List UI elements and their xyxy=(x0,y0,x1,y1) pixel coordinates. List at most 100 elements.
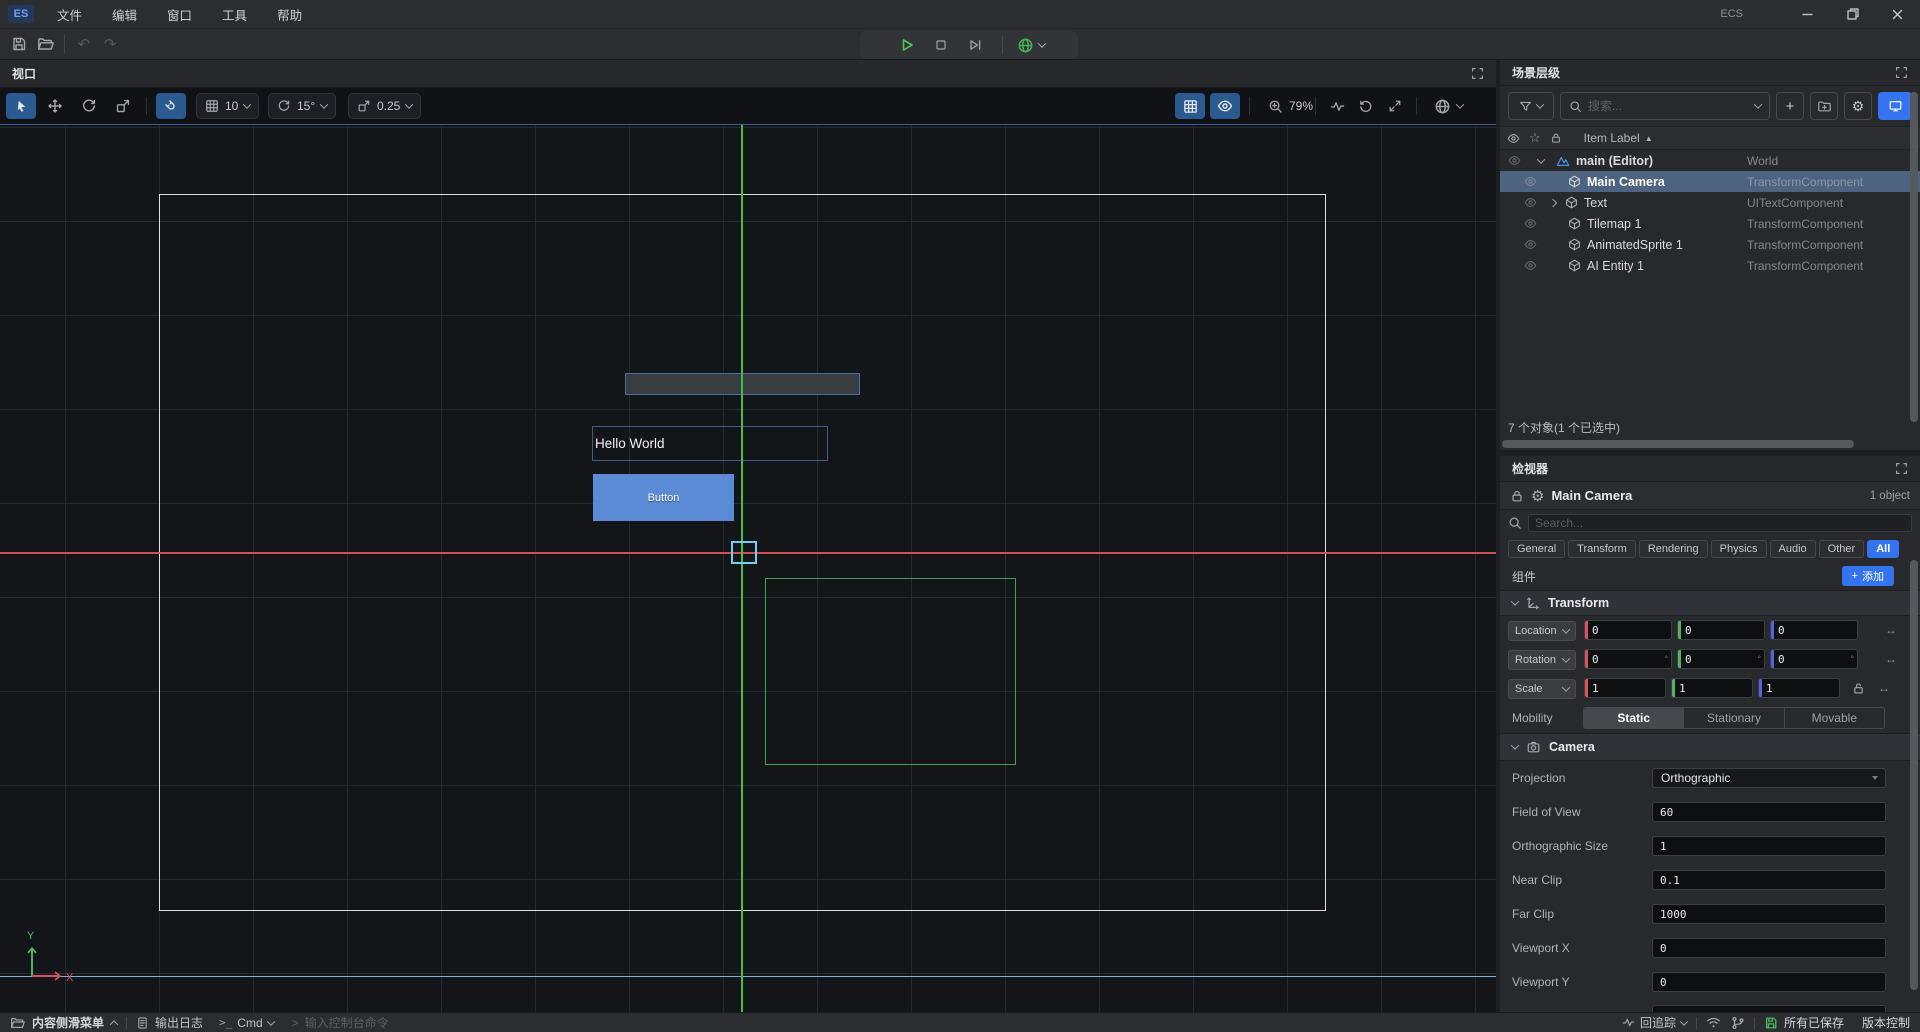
tab-other[interactable]: Other xyxy=(1819,540,1865,558)
expand-chevron-icon[interactable] xyxy=(1537,155,1545,163)
row-label[interactable]: AI Entity 1 xyxy=(1587,259,1644,273)
lock-icon[interactable] xyxy=(1510,489,1524,503)
transform-section-header[interactable]: Transform xyxy=(1500,590,1920,616)
viewport-world-dropdown[interactable] xyxy=(1426,93,1471,119)
run-target-dropdown[interactable] xyxy=(1017,33,1045,57)
add-entity-button[interactable]: + xyxy=(1776,92,1804,120)
rotate-snap-dropdown[interactable]: 15° xyxy=(268,93,336,119)
reset-view-button[interactable] xyxy=(1350,93,1380,119)
hierarchy-row-world[interactable]: main (Editor) World xyxy=(1500,150,1920,171)
add-component-button[interactable]: + 添加 xyxy=(1842,566,1894,586)
hierarchy-row-ai-entity[interactable]: AI Entity 1 TransformComponent xyxy=(1500,255,1920,276)
projection-select[interactable]: Orthographic xyxy=(1652,768,1886,788)
save-button[interactable] xyxy=(6,32,32,56)
visibility-toggle[interactable] xyxy=(1210,93,1240,119)
scene-canvas[interactable]: Hello World Button Y X xyxy=(0,124,1496,1012)
output-log-button[interactable]: 输出日志 xyxy=(136,1014,203,1031)
scale-x-field[interactable] xyxy=(1584,678,1666,698)
screen-view-button[interactable] xyxy=(1878,92,1912,120)
ui-button-element[interactable]: Button xyxy=(593,474,734,521)
undo-button[interactable]: ↶ xyxy=(71,32,97,56)
tab-transform[interactable]: Transform xyxy=(1568,540,1636,558)
source-control-branch-icon[interactable] xyxy=(1731,1016,1745,1030)
window-restore-button[interactable] xyxy=(1830,0,1875,28)
expand-chevron-icon[interactable] xyxy=(1549,198,1557,206)
menu-window[interactable]: 窗口 xyxy=(152,0,207,28)
scale-z-field[interactable] xyxy=(1758,678,1840,698)
location-y-field[interactable] xyxy=(1677,620,1765,640)
orthographic-size-field[interactable] xyxy=(1652,836,1886,856)
viewport-y-field[interactable] xyxy=(1652,972,1886,992)
row-label[interactable]: Main Camera xyxy=(1587,175,1665,189)
mobility-stationary[interactable]: Stationary xyxy=(1684,708,1784,728)
scale-mode-dropdown[interactable]: Scale xyxy=(1508,679,1576,699)
network-status-icon[interactable] xyxy=(1706,1016,1721,1029)
cmd-dropdown[interactable]: >_ Cmd xyxy=(219,1016,274,1030)
hierarchy-column-header[interactable]: ☆ Item Label ▲ Type xyxy=(1500,126,1920,150)
tab-physics[interactable]: Physics xyxy=(1711,540,1767,558)
menu-tools[interactable]: 工具 xyxy=(207,0,262,28)
hierarchy-row-animatedsprite[interactable]: AnimatedSprite 1 TransformComponent xyxy=(1500,234,1920,255)
visibility-eye-icon[interactable] xyxy=(1508,154,1521,167)
visibility-eye-icon[interactable] xyxy=(1524,175,1537,188)
trace-dropdown[interactable]: 回追踪 xyxy=(1622,1014,1687,1031)
visibility-eye-icon[interactable] xyxy=(1524,259,1537,272)
stats-toggle-button[interactable] xyxy=(1322,93,1352,119)
camera-section-header[interactable]: Camera xyxy=(1500,733,1920,761)
show-grid-toggle[interactable] xyxy=(1175,93,1205,119)
location-z-field[interactable] xyxy=(1770,620,1858,640)
row-label[interactable]: main (Editor) xyxy=(1576,154,1653,168)
tab-general[interactable]: General xyxy=(1508,540,1565,558)
far-clip-field[interactable] xyxy=(1652,904,1886,924)
scale-snap-dropdown[interactable]: 0.25 xyxy=(348,93,421,119)
fov-field[interactable] xyxy=(1652,802,1886,822)
hierarchy-row-main-camera[interactable]: Main Camera TransformComponent xyxy=(1500,171,1920,192)
inspector-vertical-scrollbar[interactable] xyxy=(1910,484,1918,1008)
redo-button[interactable]: ↷ xyxy=(97,32,123,56)
menu-edit[interactable]: 编辑 xyxy=(97,0,152,28)
menu-help[interactable]: 帮助 xyxy=(262,0,317,28)
app-logo[interactable]: ES xyxy=(8,5,34,23)
grid-snap-dropdown[interactable]: 10 xyxy=(196,93,259,119)
near-clip-field[interactable] xyxy=(1652,870,1886,890)
ui-text-element[interactable]: Hello World xyxy=(592,426,828,461)
rotate-tool-button[interactable] xyxy=(74,93,104,119)
viewport-x-field[interactable] xyxy=(1652,938,1886,958)
zoom-level-control[interactable]: 79% xyxy=(1260,93,1321,119)
link-axes-icon[interactable]: ↔ xyxy=(1885,623,1897,637)
open-folder-button[interactable] xyxy=(32,32,58,56)
inspector-search-box[interactable] xyxy=(1528,514,1912,532)
tab-audio[interactable]: Audio xyxy=(1770,540,1816,558)
row-label[interactable]: Tilemap 1 xyxy=(1587,217,1641,231)
mobility-movable[interactable]: Movable xyxy=(1785,708,1884,728)
tab-rendering[interactable]: Rendering xyxy=(1639,540,1708,558)
hierarchy-row-tilemap[interactable]: Tilemap 1 TransformComponent xyxy=(1500,213,1920,234)
window-minimize-button[interactable] xyxy=(1785,0,1830,28)
location-x-field[interactable] xyxy=(1584,620,1672,640)
stop-button[interactable] xyxy=(928,33,954,57)
hierarchy-row-text[interactable]: Text UITextComponent xyxy=(1500,192,1920,213)
inspector-search-input[interactable] xyxy=(1535,516,1905,530)
rotation-y-field[interactable]: ° xyxy=(1677,649,1765,669)
unlock-uniform-scale-icon[interactable] xyxy=(1852,682,1865,695)
viewport-maximize-button[interactable] xyxy=(1471,67,1484,80)
filter-dropdown[interactable] xyxy=(1508,92,1554,120)
version-control-button[interactable]: 版本控制 xyxy=(1862,1014,1910,1031)
location-mode-dropdown[interactable]: Location xyxy=(1508,621,1576,641)
column-item-label[interactable]: Item Label xyxy=(1584,131,1640,145)
rotation-x-field[interactable]: ° xyxy=(1584,649,1672,669)
inspector-maximize-button[interactable] xyxy=(1895,462,1908,475)
select-tool-button[interactable] xyxy=(6,93,36,119)
hierarchy-settings-button[interactable]: ⚙ xyxy=(1844,92,1872,120)
window-close-button[interactable] xyxy=(1875,0,1920,28)
link-axes-icon[interactable]: ↔ xyxy=(1885,652,1897,666)
selection-gizmo-square[interactable] xyxy=(731,541,757,564)
scale-y-field[interactable] xyxy=(1671,678,1753,698)
play-button[interactable] xyxy=(894,33,920,57)
hierarchy-vertical-scrollbar[interactable] xyxy=(1910,88,1918,436)
gear-icon[interactable]: ⚙ xyxy=(1531,487,1544,505)
hierarchy-search-input[interactable] xyxy=(1588,99,1749,113)
step-button[interactable] xyxy=(962,33,988,57)
row-label[interactable]: Text xyxy=(1584,196,1607,210)
visibility-eye-icon[interactable] xyxy=(1524,217,1537,230)
